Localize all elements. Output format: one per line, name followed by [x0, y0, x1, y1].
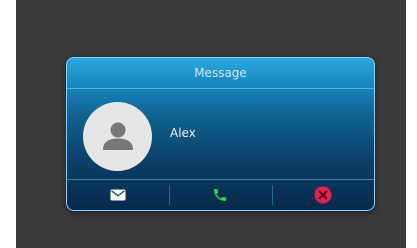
contact-name: Alex: [170, 126, 196, 140]
contact-avatar: [83, 102, 152, 171]
message-button[interactable]: [67, 180, 169, 210]
person-icon: [102, 122, 133, 150]
screen-background: Message Alex: [16, 0, 406, 248]
action-bar: [67, 180, 374, 210]
envelope-icon: [110, 189, 126, 201]
call-button[interactable]: [169, 180, 271, 210]
incoming-message-dialog: Message Alex: [66, 57, 375, 211]
title-divider: [67, 88, 374, 89]
phone-icon: [214, 189, 227, 201]
close-circle-icon: [314, 186, 332, 204]
dialog-title: Message: [194, 66, 247, 80]
decline-button[interactable]: [271, 180, 374, 210]
